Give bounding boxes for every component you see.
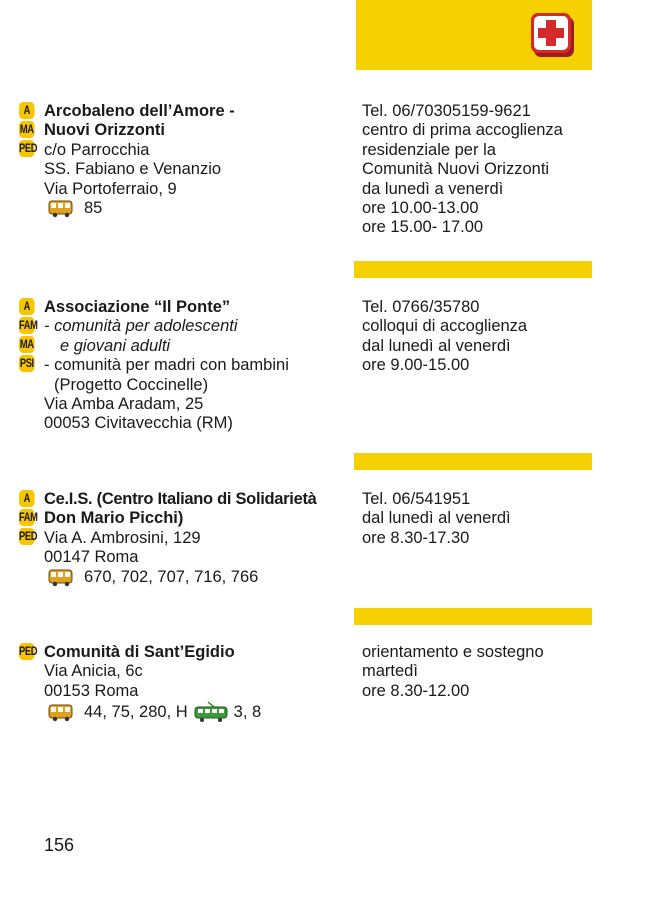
tram-numbers: 3, 8 [233,702,262,721]
info-line: da lunedì a venerdì [362,179,504,198]
address-line: Via Anicia, 6c [44,662,143,681]
entry-info: orientamento e sostegno martedì ore 8.30… [362,643,602,701]
entry-title: Arcobaleno dell’Amore - [44,102,235,120]
info-line: dal lunedì al venerdì [362,509,511,528]
section-divider [354,453,592,470]
badge-ped: PED [19,140,38,157]
info-line: martedì [362,662,418,681]
service-line: - comunità per adolescenti [44,317,238,336]
info-line: colloqui di accoglienza [362,317,528,336]
entry-info: Tel. 06/541951 dal lunedì al venerdì ore… [362,490,602,548]
phone: Tel. 0766/35780 [362,298,480,316]
bus-lines: 670, 702, 707, 716, 766 [44,568,354,587]
info-line: residenziale per la [362,140,496,159]
address-line: Via Portoferraio, 9 [44,179,177,198]
entry-info: Tel. 0766/35780 colloqui di accoglienza … [362,298,602,376]
address-line: Via A. Ambrosini, 129 [44,528,201,547]
entry-title: Ce.I.S. (Centro Italiano di Solidarietà [44,490,317,508]
hours: ore 9.00-15.00 [362,356,470,375]
badge-ma: MA [19,121,35,138]
tram-icon [194,701,228,723]
address-line: c/o Parrocchia [44,140,150,159]
hours: ore 15.00- 17.00 [362,218,484,237]
bus-icon [48,704,73,721]
entry-details: Arcobaleno dell’Amore - Nuovi Orizzonti … [44,102,354,218]
address-line: 00053 Civitavecchia (RM) [44,414,233,433]
category-badges: A FAM MA PSI [19,298,41,374]
info-line: Comunità Nuovi Orizzonti [362,160,550,179]
hours: ore 10.00-13.00 [362,199,479,218]
phone: Tel. 06/70305159-9621 [362,102,531,120]
badge-ped: PED [19,528,38,545]
bus-lines: 85 [44,199,354,218]
entry-title: Don Mario Picchi) [44,509,184,528]
bus-numbers: 85 [84,199,103,218]
bus-icon [48,569,73,587]
category-badges: A FAM PED [19,490,41,547]
info-line: orientamento e sostegno [362,643,544,661]
category-badges: PED [19,643,41,662]
badge-fam: FAM [19,317,38,334]
info-line: centro di prima accoglienza [362,121,563,140]
entry-title: Comunità di Sant’Egidio [44,643,235,661]
transit-lines: 44, 75, 280, H 3, 8 [44,701,354,723]
address-line: 00153 Roma [44,681,139,700]
bus-numbers: 44, 75, 280, H [84,702,188,721]
badge-a: A [19,298,35,315]
page-number: 156 [44,835,75,855]
hours: ore 8.30-12.00 [362,681,470,700]
section-divider [354,261,592,278]
category-badges: A MA PED [19,102,41,159]
badge-a: A [19,102,35,119]
badge-a: A [19,490,35,507]
phone: Tel. 06/541951 [362,490,471,508]
entry-details: Ce.I.S. (Centro Italiano di Solidarietà … [44,490,354,587]
service-line: (Progetto Coccinelle) [54,375,209,394]
entry-title: Nuovi Orizzonti [44,121,165,140]
badge-psi: PSI [19,355,35,372]
section-divider [354,608,592,625]
first-aid-cross-icon [531,13,574,57]
badge-fam: FAM [19,509,38,526]
badge-ma: MA [19,336,35,353]
entry-details: Comunità di Sant’Egidio Via Anicia, 6c 0… [44,643,354,723]
info-line: dal lunedì al venerdì [362,336,511,355]
address-line: 00147 Roma [44,548,139,567]
entry-details: Associazione “Il Ponte” - comunità per a… [44,298,354,434]
bus-numbers: 670, 702, 707, 716, 766 [84,567,259,586]
address-line: Via Amba Aradam, 25 [44,395,204,414]
entry-title: Associazione “Il Ponte” [44,298,231,316]
hours: ore 8.30-17.30 [362,528,470,547]
bus-icon [48,200,73,218]
address-line: SS. Fabiano e Venanzio [44,160,222,179]
badge-ped: PED [19,643,38,660]
entry-info: Tel. 06/70305159-9621 centro di prima ac… [362,102,602,238]
service-line: e giovani adulti [60,336,171,355]
service-line: - comunità per madri con bambini [44,356,289,375]
